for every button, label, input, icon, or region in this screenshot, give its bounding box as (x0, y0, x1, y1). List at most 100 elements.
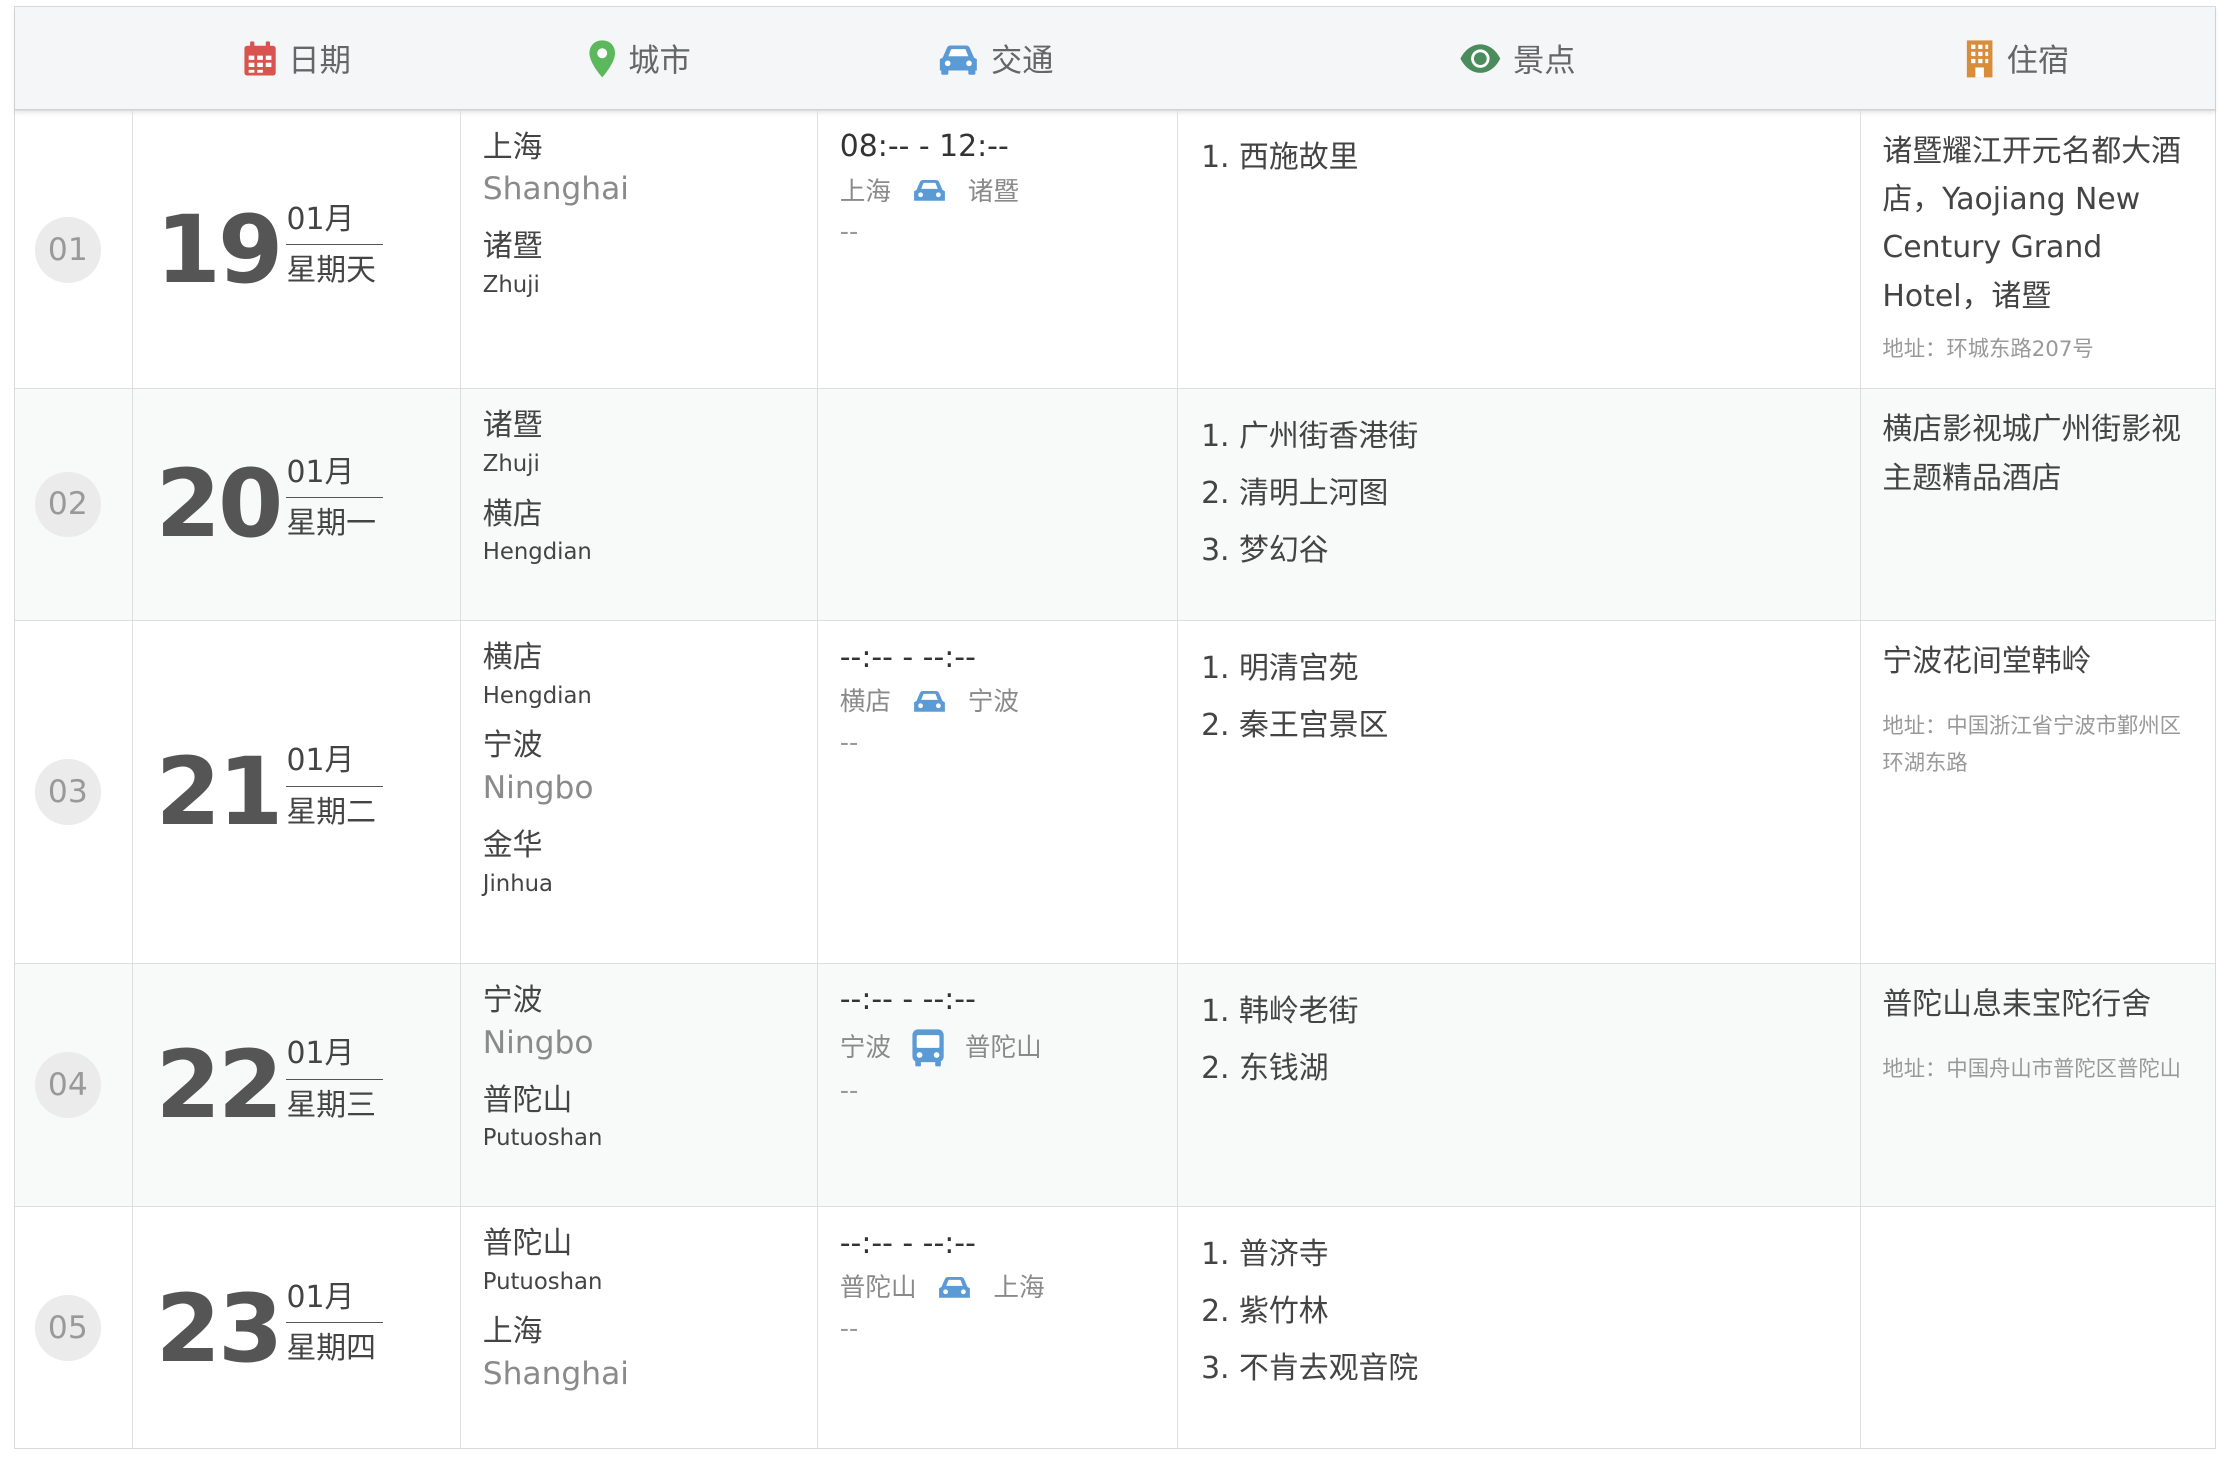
city-name-cn: 横店 (482, 496, 543, 532)
transport-cell: --:-- - --:-- 横店 宁波 -- (817, 621, 1177, 963)
car-icon (939, 1276, 971, 1298)
day-number-cell: 02 (15, 389, 132, 620)
hotel-cell: 诸暨耀江开元名都大酒店，Yaojiang New Century Grand H… (1860, 110, 2217, 389)
sight-item: 1. 明清宫苑 (1201, 651, 1359, 687)
header-sights: 景点 (1459, 7, 1576, 111)
sight-item: 1. 广州街香港街 (1201, 419, 1419, 455)
header-sights-label: 景点 (1513, 43, 1576, 80)
date-weekday: 星期二 (286, 794, 377, 830)
transport-to: 普陀山 (964, 1032, 1042, 1063)
city-name-en: Zhuji (482, 451, 540, 478)
table-row: 02 20 01月 星期一 诸暨 Zhuji 横店 Hengdian 1. 广州… (15, 388, 2217, 621)
date-weekday: 星期四 (286, 1330, 377, 1366)
transport-route: 宁波 普陀山 (840, 1028, 1178, 1068)
hotel-name: 诸暨耀江开元名都大酒店，Yaojiang New Century Grand H… (1882, 133, 2181, 314)
hotel-cell: 横店影视城广州街影视主题精品酒店 (1860, 389, 2217, 621)
hotel-address: 地址：中国浙江省宁波市鄞州区环湖东路 (1882, 714, 2181, 777)
city-name-cn: 宁波 (482, 983, 543, 1018)
transport-time: 08:-- - 12:-- (839, 129, 1009, 164)
city-cell: 诸暨 Zhuji 横店 Hengdian (460, 389, 817, 621)
date-month: 01月 (286, 455, 384, 499)
itinerary-table: 日期 城市 交通 景点 住宿 01 19 01月 星期天 上海 Shanghai… (14, 5, 2217, 1449)
city-name-cn: 横店 (482, 640, 543, 676)
day-number: 02 (35, 471, 101, 538)
sight-item: 2. 东钱湖 (1201, 1050, 1329, 1086)
header-city: 城市 (588, 7, 691, 111)
hotel-cell: 宁波花间堂韩岭 地址：中国浙江省宁波市鄞州区环湖东路 (1860, 621, 2217, 963)
eye-icon (1460, 44, 1501, 73)
city-name-cn: 上海 (482, 129, 543, 165)
hotel-address: 地址：环城东路207号 (1882, 337, 2094, 363)
car-icon (913, 180, 945, 202)
header-date: 日期 (243, 7, 351, 111)
city-name-en: Ningbo (482, 1024, 594, 1061)
city-name-en: Zhuji (482, 271, 540, 298)
transport-note: -- (839, 727, 859, 758)
city-name-en: Hengdian (482, 683, 592, 710)
date-cell: 20 01月 星期一 (131, 389, 461, 621)
hotel-address: 地址：中国舟山市普陀区普陀山 (1882, 1057, 2181, 1083)
date-weekday: 星期三 (286, 1087, 377, 1123)
date-cell: 23 01月 星期四 (131, 1207, 461, 1448)
table-row: 05 23 01月 星期四 普陀山 Putuoshan 上海 Shanghai … (15, 1206, 2217, 1448)
city-name-en: Jinhua (482, 870, 553, 897)
sight-item: 1. 西施故里 (1201, 140, 1359, 176)
sights-cell: 1. 普济寺 2. 紫竹林 3. 不肯去观音院 (1177, 1207, 1860, 1448)
hotel-icon (1966, 40, 1993, 78)
transport-note: -- (839, 1313, 859, 1344)
transport-time: --:-- - --:-- (839, 982, 976, 1018)
date-cell: 21 01月 星期二 (131, 621, 461, 963)
day-number-cell: 01 (15, 111, 132, 389)
hotel-name: 宁波花间堂韩岭 (1882, 644, 2092, 680)
city-cell: 上海 Shanghai 诸暨 Zhuji (460, 110, 817, 389)
date-weekday: 星期天 (286, 252, 377, 288)
date-cell: 22 01月 星期三 (131, 963, 461, 1207)
day-number: 01 (35, 217, 101, 283)
header-city-label: 城市 (628, 43, 691, 80)
transport-time: --:-- - --:-- (839, 1225, 976, 1261)
map-pin-icon (589, 40, 616, 78)
transport-to: 诸暨 (967, 176, 1019, 207)
date-day: 23 (155, 1274, 284, 1384)
sights-cell: 1. 广州街香港街 2. 清明上河图 3. 梦幻谷 (1177, 389, 1860, 621)
day-number-cell: 03 (15, 621, 132, 963)
table-row: 01 19 01月 星期天 上海 Shanghai 诸暨 Zhuji 08:--… (15, 109, 2217, 389)
transport-from: 普陀山 (839, 1273, 917, 1304)
table-header: 日期 城市 交通 景点 住宿 (15, 5, 2216, 111)
date-month: 01月 (286, 743, 384, 788)
city-name-cn: 诸暨 (482, 408, 543, 444)
bus-icon (912, 1029, 944, 1067)
city-name-cn: 普陀山 (482, 1226, 573, 1262)
transport-cell (817, 389, 1177, 621)
city-name-en: Putuoshan (482, 1125, 603, 1152)
sight-item: 2. 清明上河图 (1201, 476, 1389, 512)
city-name-en: Hengdian (482, 539, 592, 566)
sight-item: 3. 不肯去观音院 (1201, 1350, 1419, 1386)
date-day: 19 (155, 196, 284, 306)
car-icon (939, 45, 977, 75)
car-icon (913, 690, 945, 712)
sights-cell: 1. 西施故里 (1177, 110, 1860, 389)
transport-note: -- (839, 1076, 859, 1107)
transport-time: --:-- - --:-- (839, 639, 976, 675)
header-lodging: 住宿 (1964, 7, 2069, 111)
table-row: 04 22 01月 星期三 宁波 Ningbo 普陀山 Putuoshan --… (15, 962, 2216, 1207)
transport-to: 宁波 (967, 687, 1019, 718)
date-month: 01月 (286, 1280, 384, 1324)
day-number: 04 (35, 1052, 101, 1118)
header-transport-label: 交通 (990, 43, 1054, 80)
transport-route: 上海 诸暨 (840, 175, 1178, 209)
city-name-en: Ningbo (482, 770, 594, 807)
header-transport: 交通 (937, 7, 1054, 111)
transport-from: 宁波 (839, 1032, 891, 1063)
city-cell: 横店 Hengdian 宁波 Ningbo 金华 Jinhua (460, 621, 817, 963)
transport-note: -- (839, 217, 859, 248)
city-name-en: Putuoshan (482, 1269, 603, 1296)
date-cell: 19 01月 星期天 (131, 110, 461, 389)
day-number: 05 (35, 1295, 101, 1361)
header-date-label: 日期 (288, 43, 351, 80)
hotel-cell (1860, 1207, 2217, 1448)
date-month: 01月 (286, 202, 384, 246)
transport-from: 上海 (839, 176, 891, 207)
date-weekday: 星期一 (286, 505, 377, 541)
